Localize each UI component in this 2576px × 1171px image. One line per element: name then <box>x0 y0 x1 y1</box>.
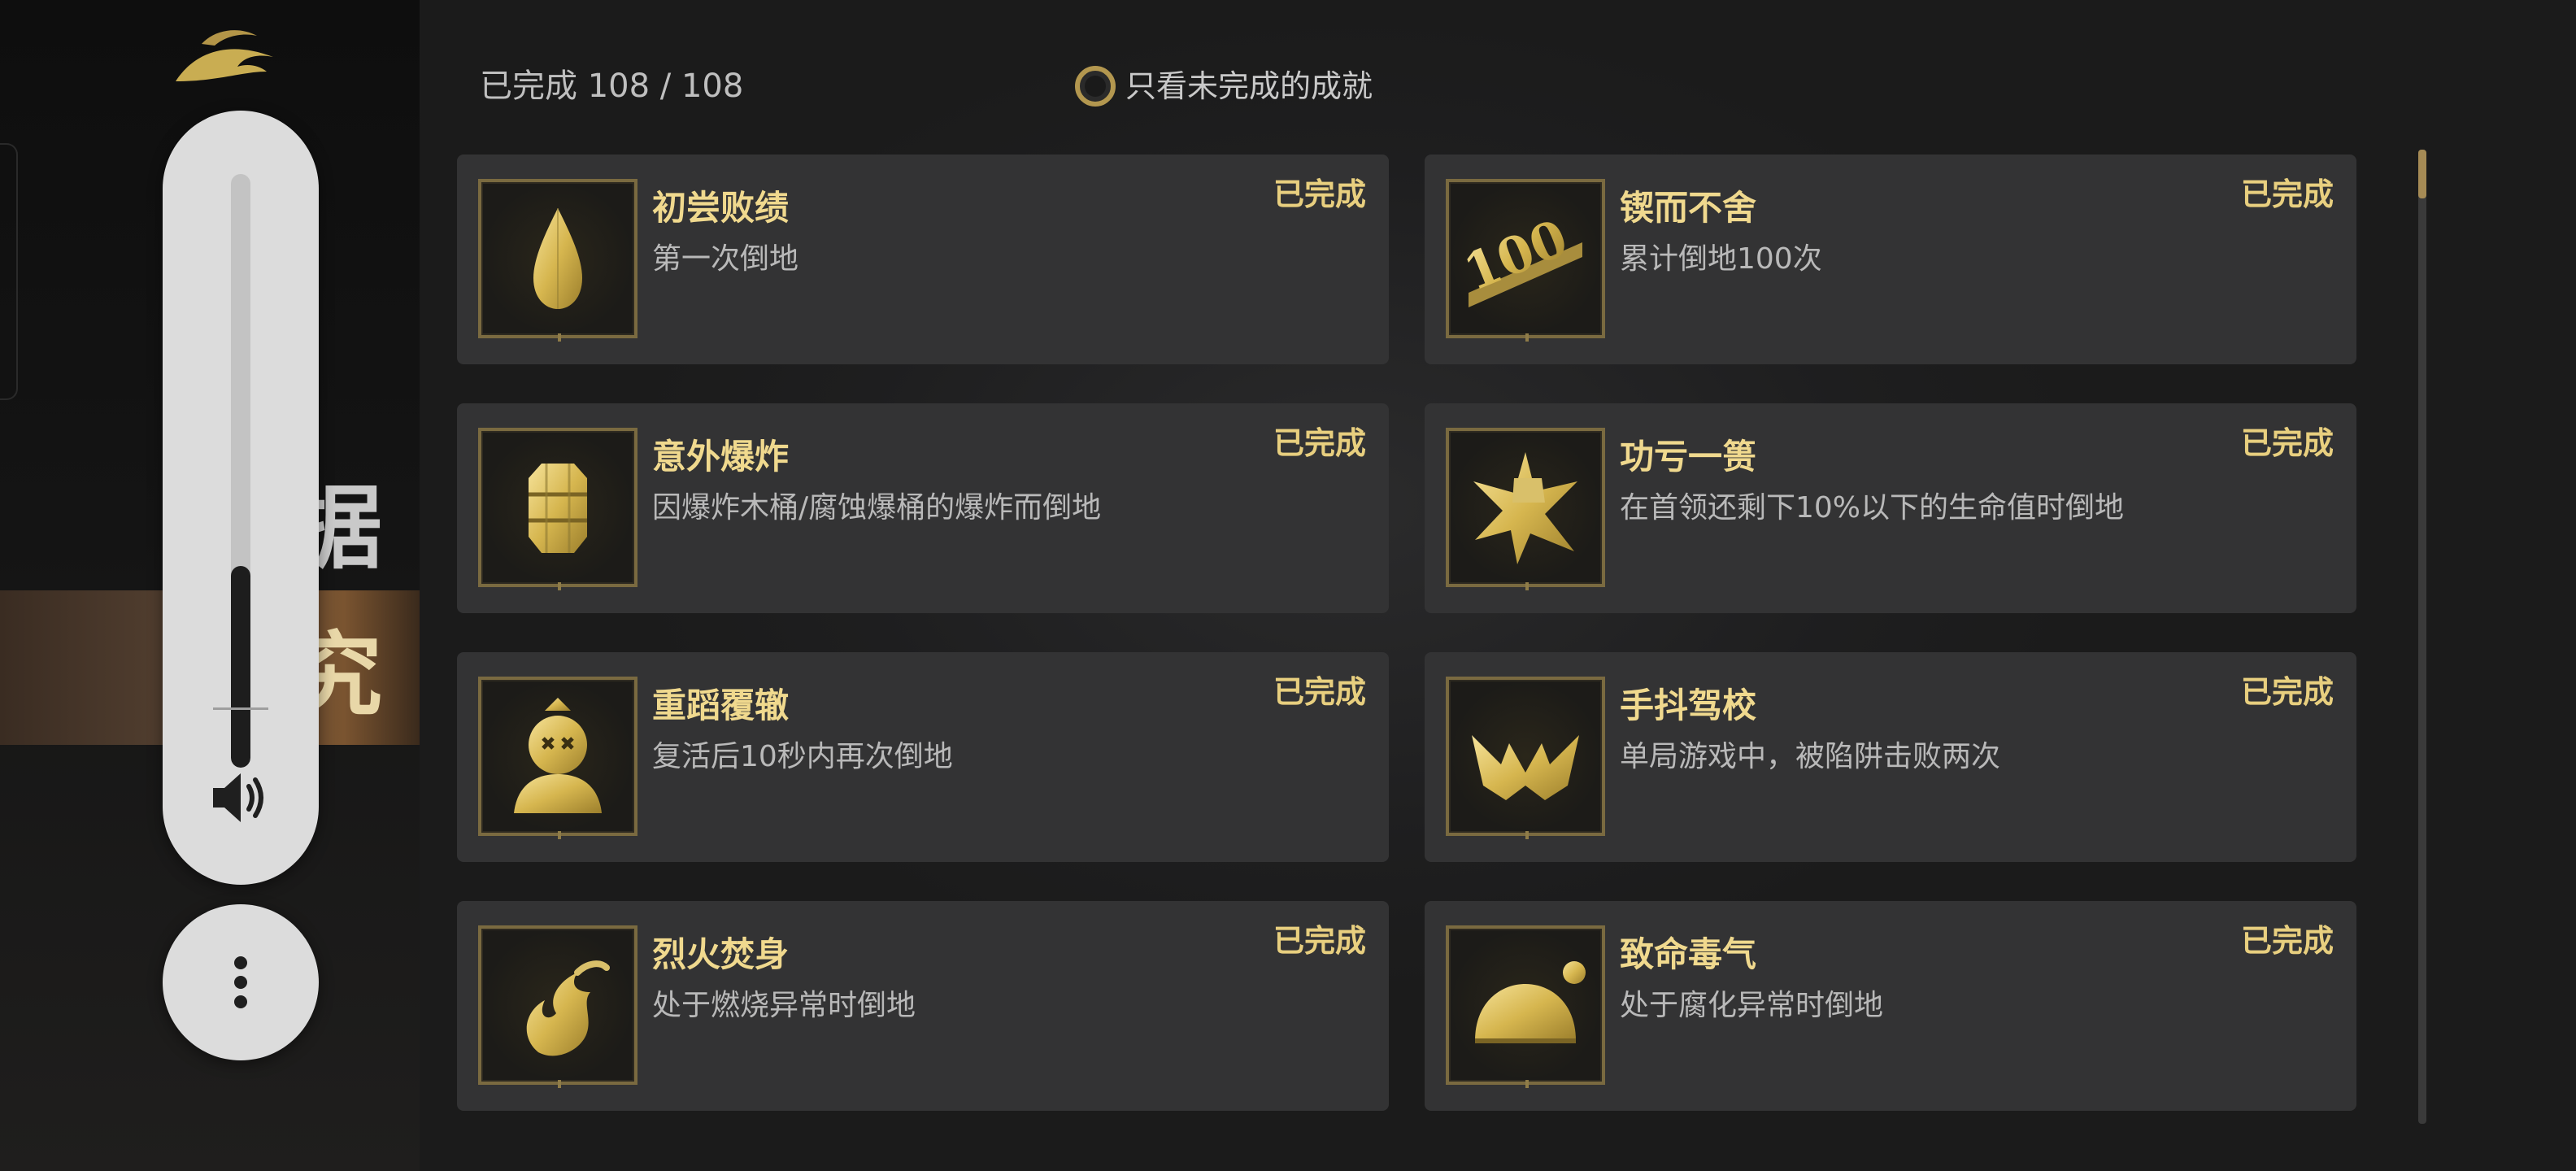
status-badge: 已完成 <box>2240 923 2334 959</box>
trap-icon <box>1472 735 1579 800</box>
achievement-title: 功亏一篑 <box>1620 437 1757 477</box>
achievement-card[interactable]: 初尝败绩第一次倒地 已完成 <box>457 155 1389 364</box>
achievement-description: 单局游戏中，被陷阱击败两次 <box>1620 740 2001 773</box>
barrel-icon <box>529 464 587 553</box>
completion-count: 已完成 108 / 108 <box>480 67 744 105</box>
divider <box>213 707 268 710</box>
achievement-card[interactable]: 意外爆炸因爆炸木桶/腐蚀爆桶的爆炸而倒地 已完成 <box>457 403 1389 613</box>
achievement-title: 初尝败绩 <box>652 188 790 228</box>
achievement-card[interactable]: 手抖驾校单局游戏中，被陷阱击败两次 已完成 <box>1425 652 2356 862</box>
drop-icon <box>533 208 582 309</box>
scrollbar[interactable] <box>2418 150 2426 1124</box>
status-badge: 已完成 <box>2240 176 2334 212</box>
status-badge: 已完成 <box>2240 425 2334 461</box>
achievement-title: 致命毒气 <box>1620 934 1757 974</box>
volume-level <box>231 565 250 768</box>
achievement-card[interactable]: 100 锲而不舍累计倒地100次 已完成 <box>1425 155 2356 364</box>
achievement-title: 意外爆炸 <box>652 437 790 477</box>
achievement-icon-frame: 100 <box>1446 179 1605 342</box>
achievement-description: 复活后10秒内再次倒地 <box>652 740 953 773</box>
volume-slider[interactable] <box>231 174 250 768</box>
more-dots-icon <box>234 956 247 969</box>
achievement-card[interactable]: 烈火焚身处于燃烧异常时倒地 已完成 <box>457 901 1389 1111</box>
achievement-title: 手抖驾校 <box>1620 686 1757 725</box>
game-logo-icon <box>176 30 273 81</box>
sidebar-panel-edge <box>0 143 18 400</box>
status-badge: 已完成 <box>1273 674 1366 710</box>
fallen-head-icon <box>514 698 602 813</box>
more-dots-icon <box>234 976 247 989</box>
achievement-description: 累计倒地100次 <box>1620 242 1822 276</box>
achievement-card[interactable]: 功亏一篑在首领还剩下10%以下的生命值时倒地 已完成 <box>1425 403 2356 613</box>
achievement-icon-frame <box>1446 925 1605 1088</box>
achievement-description: 因爆炸木桶/腐蚀爆桶的爆炸而倒地 <box>652 491 1102 525</box>
status-badge: 已完成 <box>2240 674 2334 710</box>
achievement-description: 处于燃烧异常时倒地 <box>652 989 916 1022</box>
achievement-description: 处于腐化异常时倒地 <box>1620 989 1884 1022</box>
achievement-title: 锲而不舍 <box>1620 188 1757 228</box>
achievement-icon-frame <box>478 428 637 590</box>
achievement-description: 第一次倒地 <box>652 242 799 276</box>
achievement-icon-frame <box>1446 428 1605 590</box>
flame-icon <box>526 960 610 1056</box>
status-badge: 已完成 <box>1273 176 1366 212</box>
burst-icon <box>1473 452 1577 564</box>
toxic-dome-icon <box>1475 961 1586 1043</box>
volume-panel <box>163 111 319 885</box>
more-dots-icon <box>234 995 247 1008</box>
achievement-card[interactable]: 重蹈覆辙复活后10秒内再次倒地 已完成 <box>457 652 1389 862</box>
achievement-icon-frame <box>478 179 637 342</box>
achievement-title: 重蹈覆辙 <box>652 686 790 725</box>
app-root: 据 究 已完成 108 / 108 只看未完成的成就 初尝败绩 第一次倒地 已完成 1… <box>0 0 2576 1171</box>
achievement-icon-frame <box>478 925 637 1088</box>
icon-100-text: 100 <box>1464 208 1576 303</box>
achievement-description: 在首领还剩下10%以下的生命值时倒地 <box>1620 491 2125 525</box>
more-options-button[interactable] <box>163 904 319 1060</box>
hundred-icon: 100 <box>1464 208 1582 307</box>
achievement-icon-frame <box>1446 677 1605 839</box>
achievements-panel: 已完成 108 / 108 只看未完成的成就 初尝败绩 第一次倒地 已完成 100 锲而… <box>420 0 2576 1171</box>
filter-incomplete-toggle[interactable]: 只看未完成的成就 <box>1075 62 1373 111</box>
speaker-icon[interactable] <box>208 765 273 830</box>
status-badge: 已完成 <box>1273 425 1366 461</box>
achievement-title: 烈火焚身 <box>652 934 790 974</box>
achievement-card[interactable]: 致命毒气处于腐化异常时倒地 已完成 <box>1425 901 2356 1111</box>
status-badge: 已完成 <box>1273 923 1366 959</box>
achievement-icon-frame <box>478 677 637 839</box>
filter-label: 只看未完成的成就 <box>1125 68 1373 104</box>
radio-button[interactable] <box>1075 66 1116 107</box>
scrollbar-thumb[interactable] <box>2418 150 2426 198</box>
